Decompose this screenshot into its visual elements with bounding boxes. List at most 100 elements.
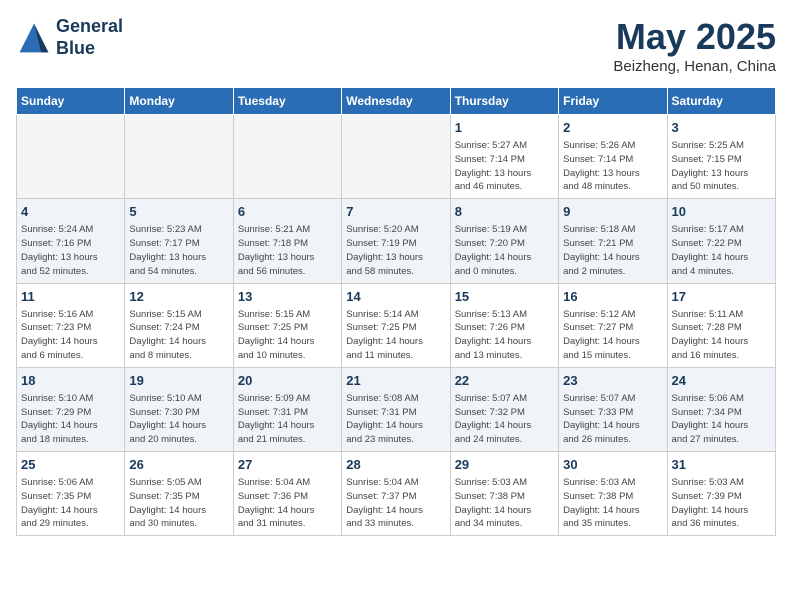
calendar-week-row: 1 Sunrise: 5:27 AM Sunset: 7:14 PM Daylig… <box>17 115 776 199</box>
calendar-week-row: 11 Sunrise: 5:16 AM Sunset: 7:23 PM Dayli… <box>17 283 776 367</box>
calendar-cell: 5 Sunrise: 5:23 AM Sunset: 7:17 PM Daylig… <box>125 199 233 283</box>
day-info: Sunrise: 5:17 AM Sunset: 7:22 PM Dayligh… <box>672 223 771 278</box>
day-number: 29 <box>455 456 554 474</box>
day-number: 12 <box>129 288 228 306</box>
logo: General Blue <box>16 16 123 59</box>
day-number: 28 <box>346 456 445 474</box>
day-number: 4 <box>21 203 120 221</box>
calendar-cell: 14 Sunrise: 5:14 AM Sunset: 7:25 PM Dayli… <box>342 283 450 367</box>
day-info: Sunrise: 5:15 AM Sunset: 7:24 PM Dayligh… <box>129 308 228 363</box>
weekday-header: Wednesday <box>342 88 450 115</box>
day-info: Sunrise: 5:06 AM Sunset: 7:35 PM Dayligh… <box>21 476 120 531</box>
day-info: Sunrise: 5:08 AM Sunset: 7:31 PM Dayligh… <box>346 392 445 447</box>
calendar-week-row: 18 Sunrise: 5:10 AM Sunset: 7:29 PM Dayli… <box>17 367 776 451</box>
day-number: 17 <box>672 288 771 306</box>
day-number: 24 <box>672 372 771 390</box>
day-number: 18 <box>21 372 120 390</box>
day-info: Sunrise: 5:16 AM Sunset: 7:23 PM Dayligh… <box>21 308 120 363</box>
day-info: Sunrise: 5:27 AM Sunset: 7:14 PM Dayligh… <box>455 139 554 194</box>
day-info: Sunrise: 5:13 AM Sunset: 7:26 PM Dayligh… <box>455 308 554 363</box>
day-info: Sunrise: 5:15 AM Sunset: 7:25 PM Dayligh… <box>238 308 337 363</box>
day-info: Sunrise: 5:04 AM Sunset: 7:36 PM Dayligh… <box>238 476 337 531</box>
day-number: 21 <box>346 372 445 390</box>
day-number: 27 <box>238 456 337 474</box>
day-info: Sunrise: 5:07 AM Sunset: 7:32 PM Dayligh… <box>455 392 554 447</box>
day-number: 8 <box>455 203 554 221</box>
calendar-cell: 21 Sunrise: 5:08 AM Sunset: 7:31 PM Dayli… <box>342 367 450 451</box>
calendar-body: 1 Sunrise: 5:27 AM Sunset: 7:14 PM Daylig… <box>17 115 776 536</box>
day-info: Sunrise: 5:23 AM Sunset: 7:17 PM Dayligh… <box>129 223 228 278</box>
day-number: 25 <box>21 456 120 474</box>
day-info: Sunrise: 5:05 AM Sunset: 7:35 PM Dayligh… <box>129 476 228 531</box>
calendar-cell: 3 Sunrise: 5:25 AM Sunset: 7:15 PM Daylig… <box>667 115 775 199</box>
logo-text: General Blue <box>56 16 123 59</box>
calendar-cell: 25 Sunrise: 5:06 AM Sunset: 7:35 PM Dayli… <box>17 452 125 536</box>
day-info: Sunrise: 5:25 AM Sunset: 7:15 PM Dayligh… <box>672 139 771 194</box>
weekday-header: Saturday <box>667 88 775 115</box>
calendar-cell: 18 Sunrise: 5:10 AM Sunset: 7:29 PM Dayli… <box>17 367 125 451</box>
day-info: Sunrise: 5:03 AM Sunset: 7:38 PM Dayligh… <box>563 476 662 531</box>
calendar-cell: 17 Sunrise: 5:11 AM Sunset: 7:28 PM Dayli… <box>667 283 775 367</box>
calendar-cell <box>17 115 125 199</box>
day-info: Sunrise: 5:26 AM Sunset: 7:14 PM Dayligh… <box>563 139 662 194</box>
day-number: 14 <box>346 288 445 306</box>
day-number: 22 <box>455 372 554 390</box>
day-number: 9 <box>563 203 662 221</box>
calendar-cell: 8 Sunrise: 5:19 AM Sunset: 7:20 PM Daylig… <box>450 199 558 283</box>
day-number: 13 <box>238 288 337 306</box>
calendar-cell <box>125 115 233 199</box>
calendar-cell: 22 Sunrise: 5:07 AM Sunset: 7:32 PM Dayli… <box>450 367 558 451</box>
weekday-header: Thursday <box>450 88 558 115</box>
day-number: 6 <box>238 203 337 221</box>
day-number: 11 <box>21 288 120 306</box>
day-number: 15 <box>455 288 554 306</box>
day-info: Sunrise: 5:07 AM Sunset: 7:33 PM Dayligh… <box>563 392 662 447</box>
day-number: 1 <box>455 119 554 137</box>
day-info: Sunrise: 5:03 AM Sunset: 7:38 PM Dayligh… <box>455 476 554 531</box>
calendar-cell: 4 Sunrise: 5:24 AM Sunset: 7:16 PM Daylig… <box>17 199 125 283</box>
weekday-header: Tuesday <box>233 88 341 115</box>
day-number: 20 <box>238 372 337 390</box>
day-info: Sunrise: 5:10 AM Sunset: 7:29 PM Dayligh… <box>21 392 120 447</box>
day-number: 3 <box>672 119 771 137</box>
weekday-header: Sunday <box>17 88 125 115</box>
calendar-cell <box>342 115 450 199</box>
calendar-cell: 9 Sunrise: 5:18 AM Sunset: 7:21 PM Daylig… <box>559 199 667 283</box>
day-number: 10 <box>672 203 771 221</box>
day-number: 2 <box>563 119 662 137</box>
calendar-cell: 15 Sunrise: 5:13 AM Sunset: 7:26 PM Dayli… <box>450 283 558 367</box>
day-number: 19 <box>129 372 228 390</box>
logo-icon <box>16 20 52 56</box>
title-block: May 2025 Beizheng, Henan, China <box>613 16 776 75</box>
day-info: Sunrise: 5:09 AM Sunset: 7:31 PM Dayligh… <box>238 392 337 447</box>
calendar-cell: 24Sunrise: 5:06 AM Sunset: 7:34 PM Dayli… <box>667 367 775 451</box>
calendar-cell: 6 Sunrise: 5:21 AM Sunset: 7:18 PM Daylig… <box>233 199 341 283</box>
calendar-cell: 31Sunrise: 5:03 AM Sunset: 7:39 PM Dayli… <box>667 452 775 536</box>
day-number: 23 <box>563 372 662 390</box>
weekday-header: Monday <box>125 88 233 115</box>
day-info: Sunrise: 5:21 AM Sunset: 7:18 PM Dayligh… <box>238 223 337 278</box>
day-info: Sunrise: 5:24 AM Sunset: 7:16 PM Dayligh… <box>21 223 120 278</box>
calendar-cell: 19Sunrise: 5:10 AM Sunset: 7:30 PM Dayli… <box>125 367 233 451</box>
day-info: Sunrise: 5:12 AM Sunset: 7:27 PM Dayligh… <box>563 308 662 363</box>
calendar-cell: 23 Sunrise: 5:07 AM Sunset: 7:33 PM Dayli… <box>559 367 667 451</box>
day-number: 5 <box>129 203 228 221</box>
day-info: Sunrise: 5:03 AM Sunset: 7:39 PM Dayligh… <box>672 476 771 531</box>
day-info: Sunrise: 5:19 AM Sunset: 7:20 PM Dayligh… <box>455 223 554 278</box>
day-info: Sunrise: 5:11 AM Sunset: 7:28 PM Dayligh… <box>672 308 771 363</box>
calendar-header: SundayMondayTuesdayWednesdayThursdayFrid… <box>17 88 776 115</box>
calendar-cell: 20 Sunrise: 5:09 AM Sunset: 7:31 PM Dayli… <box>233 367 341 451</box>
calendar-cell <box>233 115 341 199</box>
calendar-cell: 10 Sunrise: 5:17 AM Sunset: 7:22 PM Dayli… <box>667 199 775 283</box>
calendar-cell: 27 Sunrise: 5:04 AM Sunset: 7:36 PM Dayli… <box>233 452 341 536</box>
calendar-week-row: 25 Sunrise: 5:06 AM Sunset: 7:35 PM Dayli… <box>17 452 776 536</box>
day-info: Sunrise: 5:14 AM Sunset: 7:25 PM Dayligh… <box>346 308 445 363</box>
weekday-header: Friday <box>559 88 667 115</box>
calendar-cell: 2 Sunrise: 5:26 AM Sunset: 7:14 PM Daylig… <box>559 115 667 199</box>
day-info: Sunrise: 5:18 AM Sunset: 7:21 PM Dayligh… <box>563 223 662 278</box>
calendar-cell: 30 Sunrise: 5:03 AM Sunset: 7:38 PM Dayli… <box>559 452 667 536</box>
day-number: 30 <box>563 456 662 474</box>
calendar-cell: 29 Sunrise: 5:03 AM Sunset: 7:38 PM Dayli… <box>450 452 558 536</box>
location-subtitle: Beizheng, Henan, China <box>613 58 776 75</box>
calendar-cell: 26Sunrise: 5:05 AM Sunset: 7:35 PM Dayli… <box>125 452 233 536</box>
